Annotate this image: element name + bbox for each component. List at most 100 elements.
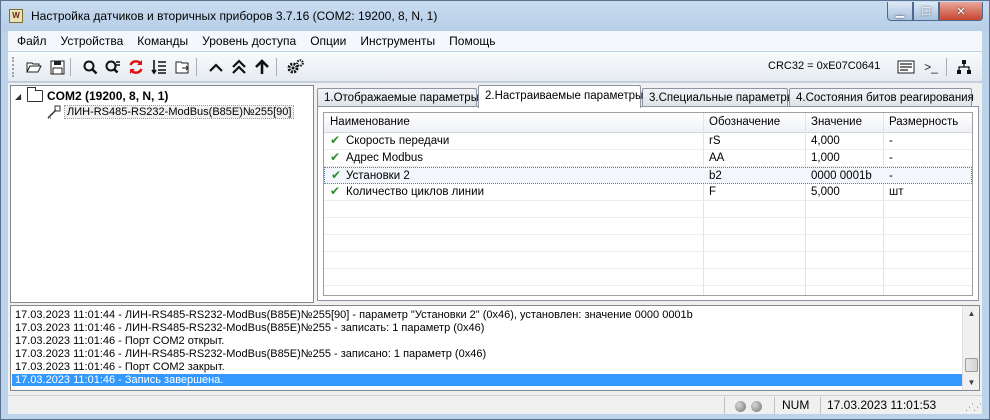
cell-name: Скорость передачи <box>346 135 450 147</box>
status-datetime: 17.03.2023 11:01:53 <box>820 397 978 414</box>
log-line[interactable]: 17.03.2023 11:01:46 - ЛИН-RS485-RS232-Mo… <box>15 322 484 334</box>
col-header-unit[interactable]: Размерность <box>889 116 958 128</box>
tab-displayed-params[interactable]: 1.Отображаемые параметры <box>317 88 479 107</box>
scroll-down-icon[interactable]: ▼ <box>964 375 979 390</box>
log-line[interactable]: 17.03.2023 11:01:46 - Порт COM2 закрыт. <box>15 361 225 373</box>
cell-code: AA <box>709 152 725 164</box>
export-icon[interactable] <box>172 57 192 77</box>
open-folder-icon[interactable] <box>24 57 44 77</box>
chevron-up-icon[interactable] <box>206 57 226 77</box>
tree-node-device[interactable]: ЛИН-RS485-RS232-ModBus(B85E)№255[90] <box>47 105 295 119</box>
cell-unit: - <box>889 152 893 164</box>
cell-unit: - <box>889 170 893 182</box>
toolbar-separator <box>196 58 197 76</box>
maximize-icon: ☐ <box>921 5 931 18</box>
led-indicator-icon <box>751 401 762 412</box>
table-row[interactable]: ✔ Скорость передачи rS 4,000 - <box>324 133 972 150</box>
folder-icon <box>27 87 43 102</box>
table-row[interactable]: ✔ Количество циклов линии F 5,000 шт <box>324 184 972 201</box>
title-bar[interactable]: W Настройка датчиков и вторичных приборо… <box>1 1 989 31</box>
cell-value: 5,000 <box>811 186 840 198</box>
cell-code: F <box>709 186 717 198</box>
led-indicator-icon <box>735 401 746 412</box>
menu-devices[interactable]: Устройства <box>54 34 131 48</box>
table-row-empty <box>324 201 972 218</box>
collapse-triangle-icon[interactable]: ◢ <box>15 92 25 101</box>
col-header-value[interactable]: Значение <box>811 116 862 128</box>
tab-special-params[interactable]: 3.Специальные параметры <box>642 88 795 107</box>
menu-access-level[interactable]: Уровень доступа <box>195 34 303 48</box>
col-header-name[interactable]: Наименование <box>330 116 410 128</box>
client-area: ◢ COM2 (19200, 8, N, 1) ЛИН-RS485-RS232-… <box>8 83 982 395</box>
menu-help[interactable]: Помощь <box>442 34 502 48</box>
cell-value: 1,000 <box>811 152 840 164</box>
table-row[interactable]: ✔ Адрес Modbus AA 1,000 - <box>324 150 972 167</box>
table-row-empty <box>324 235 972 252</box>
check-icon: ✔ <box>330 133 341 147</box>
col-header-code[interactable]: Обозначение <box>709 116 780 128</box>
scroll-up-icon[interactable]: ▲ <box>964 306 979 321</box>
cell-name: Адрес Modbus <box>346 152 424 164</box>
double-chevron-up-icon[interactable] <box>229 57 249 77</box>
check-icon: ✔ <box>330 184 341 198</box>
network-icon[interactable] <box>954 57 974 77</box>
log-line-selected[interactable]: 17.03.2023 11:01:46 - Запись завершена. <box>12 374 962 386</box>
menu-tools[interactable]: Инструменты <box>353 34 442 48</box>
refresh-red-icon[interactable] <box>126 57 146 77</box>
device-tree[interactable]: ◢ COM2 (19200, 8, N, 1) ЛИН-RS485-RS232-… <box>10 85 314 303</box>
log-line[interactable]: 17.03.2023 11:01:46 - Порт COM2 открыт. <box>15 335 224 347</box>
event-log[interactable]: 17.03.2023 11:01:44 - ЛИН-RS485-RS232-Mo… <box>10 305 980 391</box>
menu-bar: Файл Устройства Команды Уровень доступа … <box>8 31 982 51</box>
size-grip-icon[interactable]: ⋰⋰ <box>965 402 982 413</box>
device-connector-icon <box>47 105 61 119</box>
tree-node-device-label: ЛИН-RS485-RS232-ModBus(B85E)№255[90] <box>64 105 295 119</box>
search-icon[interactable] <box>80 57 100 77</box>
params-grid[interactable]: Наименование Обозначение Значение Размер… <box>323 112 973 296</box>
table-row-selected[interactable]: ✔ Установки 2 b2 0000 0001b - <box>324 167 972 184</box>
app-icon[interactable]: W <box>9 9 23 23</box>
table-row-empty <box>324 269 972 286</box>
tab-bit-states[interactable]: 4.Состояния битов реагирования <box>789 88 974 107</box>
num-indicator: NUM <box>774 397 820 414</box>
cell-value: 0000 0001b <box>811 170 872 182</box>
search-settings-icon[interactable] <box>103 57 123 77</box>
log-scrollbar[interactable]: ▲ ▼ <box>962 306 979 390</box>
menu-options[interactable]: Опции <box>303 34 353 48</box>
sort-list-icon[interactable] <box>149 57 169 77</box>
cell-code: rS <box>709 135 721 147</box>
scroll-thumb[interactable] <box>965 358 978 372</box>
cell-code: b2 <box>709 170 722 182</box>
status-bar: NUM 17.03.2023 11:01:53 ⋰⋰ <box>8 395 982 414</box>
console-icon[interactable] <box>896 57 916 77</box>
tree-node-com2-label: COM2 (19200, 8, N, 1) <box>47 89 169 103</box>
gears-icon[interactable] <box>286 57 306 77</box>
cell-name: Количество циклов линии <box>346 186 484 198</box>
terminal-icon[interactable]: >_ <box>920 57 942 77</box>
tab-configurable-params[interactable]: 2.Настраиваемые параметры <box>478 85 643 108</box>
toolbar: CRC32 = 0xE07C0641 >_ <box>8 52 982 82</box>
toolbar-separator <box>946 58 947 76</box>
toolbar-grip[interactable] <box>12 57 15 77</box>
status-leds <box>724 397 774 414</box>
check-icon: ✔ <box>330 150 341 164</box>
grid-header: Наименование Обозначение Значение Размер… <box>324 113 972 133</box>
maximize-button[interactable]: ☐ <box>913 2 939 21</box>
minimize-button[interactable]: ▁ <box>887 2 913 21</box>
tree-node-com2[interactable]: ◢ COM2 (19200, 8, N, 1) <box>15 87 169 103</box>
check-icon: ✔ <box>331 168 342 182</box>
window-title: Настройка датчиков и вторичных приборов … <box>31 9 438 23</box>
log-line[interactable]: 17.03.2023 11:01:44 - ЛИН-RS485-RS232-Mo… <box>15 309 693 321</box>
minimize-icon: ▁ <box>895 5 905 18</box>
menu-commands[interactable]: Команды <box>130 34 195 48</box>
save-icon[interactable] <box>47 57 67 77</box>
table-row-empty <box>324 252 972 269</box>
tab-strip: 1.Отображаемые параметры 2.Настраиваемые… <box>317 85 979 108</box>
close-button[interactable]: ✕ <box>939 2 983 21</box>
toolbar-separator <box>70 58 71 76</box>
arrow-up-icon[interactable] <box>252 57 272 77</box>
close-icon: ✕ <box>956 5 966 18</box>
window-controls: ▁ ☐ ✕ <box>887 2 983 21</box>
menu-file[interactable]: Файл <box>10 34 54 48</box>
log-line[interactable]: 17.03.2023 11:01:46 - ЛИН-RS485-RS232-Mo… <box>15 348 486 360</box>
toolbar-separator <box>276 58 277 76</box>
